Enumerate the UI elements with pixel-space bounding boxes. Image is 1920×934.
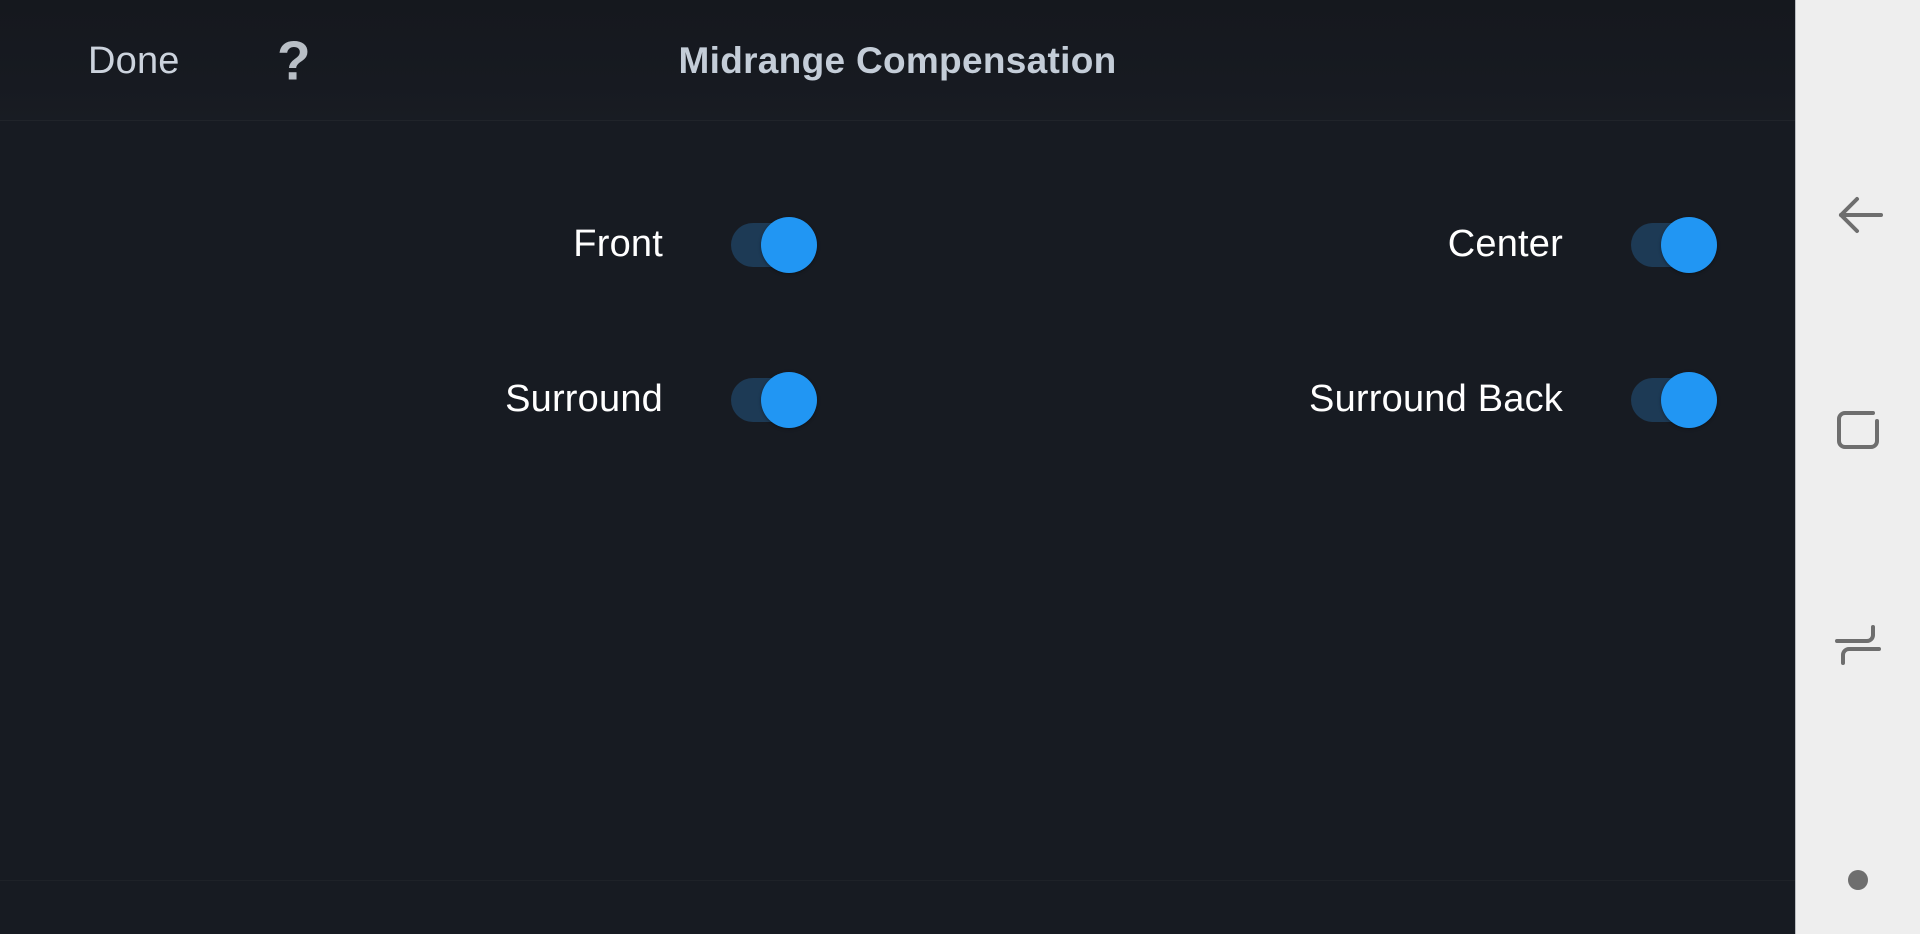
nav-dot-button[interactable] (1796, 830, 1920, 930)
system-navigation-bar (1795, 0, 1920, 934)
nav-home-button[interactable] (1796, 380, 1920, 480)
toggle-knob (761, 372, 817, 428)
recent-apps-icon (1829, 616, 1887, 674)
page-title: Midrange Compensation (0, 40, 1795, 82)
setting-label-front: Front (573, 223, 663, 266)
setting-row-surround: Surround (0, 322, 895, 477)
setting-label-center: Center (1448, 223, 1563, 266)
settings-grid: Front Center Surround (0, 121, 1795, 477)
home-icon (1829, 401, 1887, 459)
toggle-surround[interactable] (731, 378, 817, 422)
toggle-front[interactable] (731, 223, 817, 267)
screen-root: Done ? Midrange Compensation Front Cente… (0, 0, 1920, 934)
toggle-knob (1661, 372, 1717, 428)
setting-label-surround-back: Surround Back (1309, 378, 1563, 421)
setting-row-center: Center (895, 167, 1795, 322)
nav-back-button[interactable] (1796, 165, 1920, 265)
back-icon (1827, 184, 1889, 246)
toggle-knob (761, 217, 817, 273)
toggle-knob (1661, 217, 1717, 273)
setting-label-surround: Surround (505, 378, 663, 421)
nav-recent-apps-button[interactable] (1796, 595, 1920, 695)
dot-icon (1848, 870, 1868, 890)
toggle-center[interactable] (1631, 223, 1717, 267)
settings-body: Front Center Surround (0, 121, 1795, 934)
toggle-surround-back[interactable] (1631, 378, 1717, 422)
setting-row-front: Front (0, 167, 895, 322)
app-window: Done ? Midrange Compensation Front Cente… (0, 0, 1795, 934)
setting-row-surround-back: Surround Back (895, 322, 1795, 477)
app-header: Done ? Midrange Compensation (0, 0, 1795, 121)
